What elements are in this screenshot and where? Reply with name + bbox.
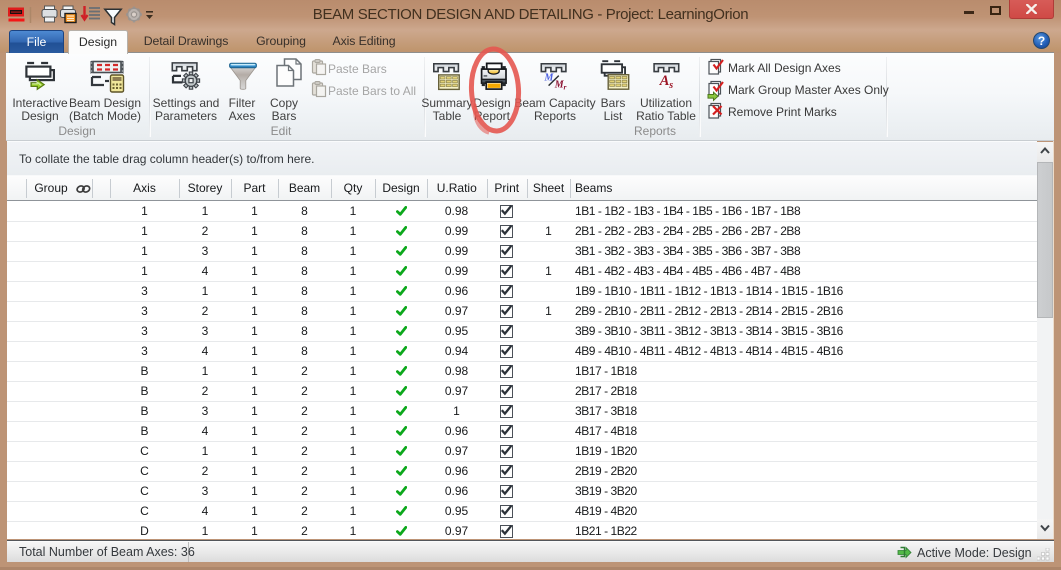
svg-text:s: s [668, 80, 673, 91]
svg-text:r: r [564, 82, 567, 91]
svg-text:A: A [659, 73, 670, 89]
